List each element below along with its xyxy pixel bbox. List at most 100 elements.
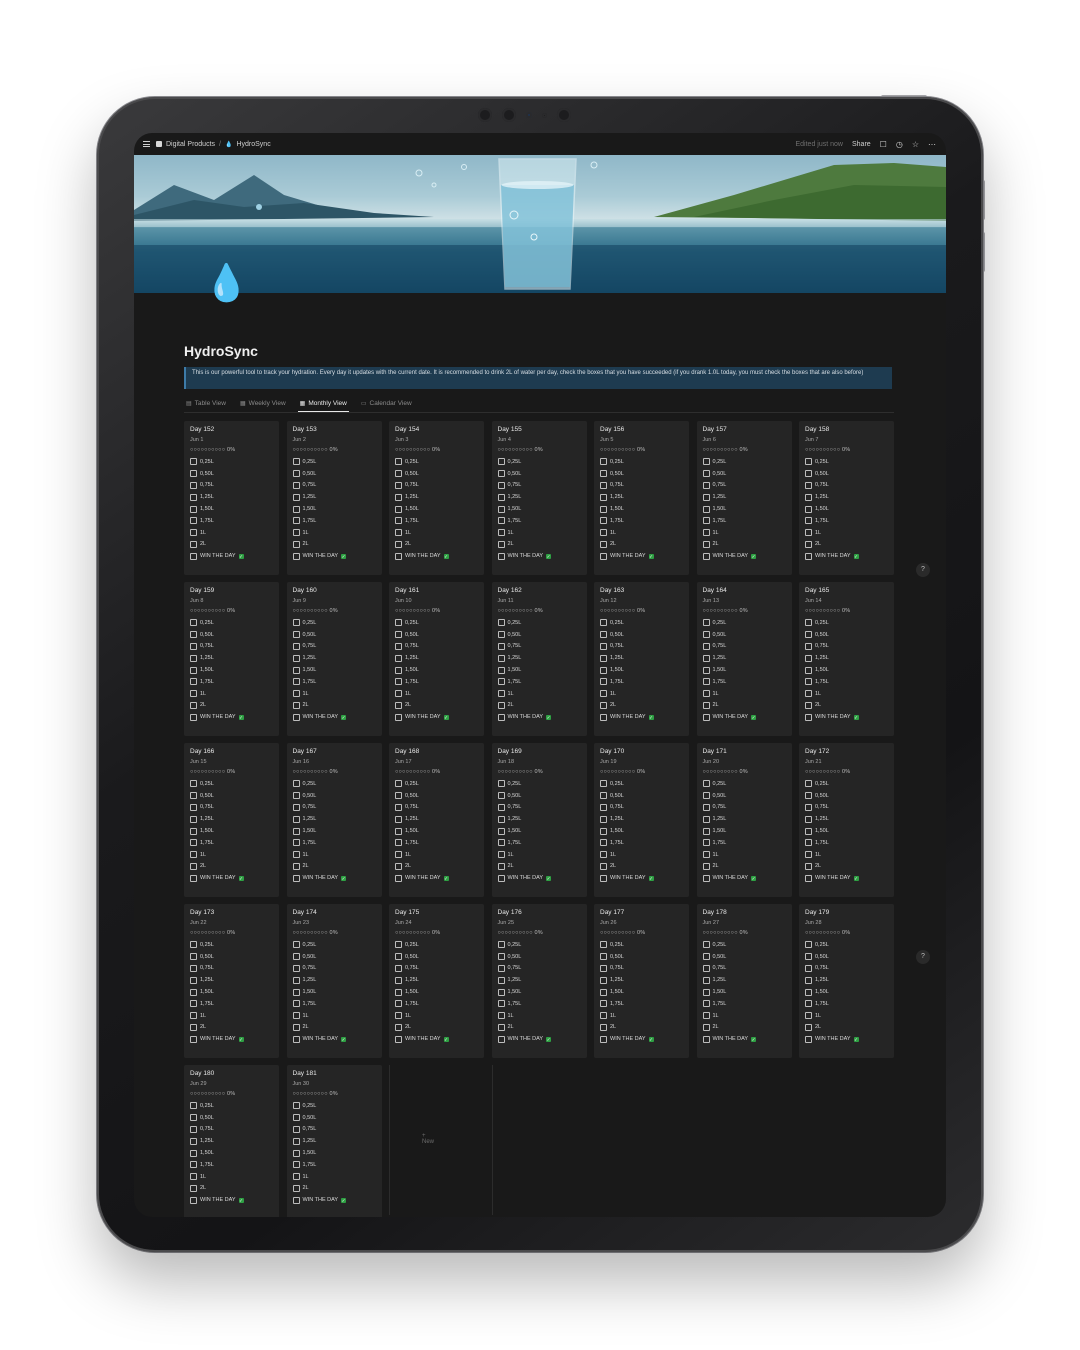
water-checkbox-row[interactable]: 0,50L [497,629,581,641]
checkbox[interactable] [702,1012,710,1020]
water-checkbox-row[interactable]: 1,75L [292,837,376,849]
checkbox[interactable] [292,631,300,639]
checkbox[interactable] [395,964,402,972]
water-checkbox-row[interactable]: 2L [292,1183,376,1195]
checkbox[interactable] [292,792,300,800]
water-checkbox-row[interactable]: 1,50L [600,664,683,676]
checkbox[interactable] [497,540,505,548]
checkbox[interactable] [395,458,402,466]
water-checkbox-row[interactable]: 0,25L [190,778,273,790]
water-checkbox-row[interactable]: 0,50L [190,468,273,480]
checkbox[interactable] [190,839,197,847]
water-checkbox-row[interactable]: 1,50L [497,664,581,676]
water-checkbox-row[interactable]: 1,25L [395,652,478,664]
checkbox[interactable] [805,713,812,721]
checkbox[interactable] [497,642,505,650]
checkbox[interactable] [395,851,402,859]
water-checkbox-row[interactable]: 0,75L [395,641,478,653]
water-checkbox-row[interactable]: 1L [600,527,683,539]
water-checkbox-row[interactable]: 1,25L [600,491,683,503]
water-checkbox-row[interactable]: 1,75L [190,676,273,688]
checkbox[interactable] [497,713,505,721]
day-card[interactable]: Day 172 Jun 21 ○○○○○○○○○○ 0% 0,25L 0,50L 0,75… [799,743,894,897]
water-checkbox-row[interactable]: 1L [600,849,683,861]
checkbox[interactable] [292,713,300,721]
water-checkbox-row[interactable]: 1,50L [395,503,478,515]
water-checkbox-row[interactable]: 1L [702,849,786,861]
water-checkbox-row[interactable]: 1,50L [497,986,581,998]
water-checkbox-row[interactable]: 0,25L [292,778,376,790]
checkbox[interactable] [292,1000,300,1008]
checkbox[interactable] [395,678,402,686]
checkbox[interactable] [395,1012,402,1020]
water-checkbox-row[interactable]: 2L [600,861,683,873]
checkbox[interactable] [190,619,197,627]
water-checkbox-row[interactable]: 0,50L [805,790,888,802]
checkbox[interactable] [190,529,197,537]
tab-monthly-view[interactable]: ▦ Monthly View [297,395,349,412]
water-checkbox-row[interactable]: 0,75L [190,480,273,492]
win-the-day-row[interactable]: WIN THE DAY ✓ [395,550,478,562]
checkbox[interactable] [395,988,402,996]
water-checkbox-row[interactable]: 1,25L [702,813,786,825]
checkbox[interactable] [395,493,402,501]
water-checkbox-row[interactable]: 1,75L [805,676,888,688]
checkbox[interactable] [190,1149,197,1157]
water-checkbox-row[interactable]: 1,75L [497,515,581,527]
checkbox[interactable] [600,792,607,800]
checkbox[interactable] [805,1012,812,1020]
checkbox[interactable] [292,815,300,823]
checkbox[interactable] [600,631,607,639]
water-checkbox-row[interactable]: 1L [190,1010,273,1022]
water-checkbox-row[interactable]: 0,75L [292,802,376,814]
water-checkbox-row[interactable]: 0,50L [292,790,376,802]
water-checkbox-row[interactable]: 1,25L [805,813,888,825]
checkbox[interactable] [395,780,402,788]
checkbox[interactable] [805,839,812,847]
water-checkbox-row[interactable]: 1,50L [497,503,581,515]
checkbox[interactable] [497,964,505,972]
checkbox[interactable] [497,851,505,859]
water-checkbox-row[interactable]: 0,75L [292,480,376,492]
water-checkbox-row[interactable]: 1,50L [190,825,273,837]
water-checkbox-row[interactable]: 0,75L [292,641,376,653]
checkbox[interactable] [805,654,812,662]
water-checkbox-row[interactable]: 0,75L [292,963,376,975]
checkbox[interactable] [497,1012,505,1020]
water-checkbox-row[interactable]: 2L [190,1022,273,1034]
win-the-day-row[interactable]: WIN THE DAY ✓ [190,1194,273,1206]
water-checkbox-row[interactable]: 0,75L [190,802,273,814]
day-card[interactable]: Day 157 Jun 6 ○○○○○○○○○○ 0% 0,25L 0,50L 0,75L… [696,421,792,575]
checkbox[interactable] [600,529,607,537]
water-checkbox-row[interactable]: 2L [702,700,786,712]
water-checkbox-row[interactable]: 1,75L [702,515,786,527]
water-checkbox-row[interactable]: 0,25L [190,939,273,951]
checkbox[interactable] [805,619,812,627]
checkbox[interactable] [395,941,402,949]
checkbox[interactable] [497,481,505,489]
win-the-day-row[interactable]: WIN THE DAY ✓ [600,872,683,884]
breadcrumb-parent[interactable]: Digital Products [166,141,215,148]
day-card[interactable]: Day 173 Jun 22 ○○○○○○○○○○ 0% 0,25L 0,50L 0,75… [184,904,279,1058]
water-checkbox-row[interactable]: 1,50L [702,664,786,676]
water-checkbox-row[interactable]: 0,75L [395,802,478,814]
water-checkbox-row[interactable]: 2L [395,539,478,551]
water-checkbox-row[interactable]: 0,25L [292,456,376,468]
water-checkbox-row[interactable]: 1,75L [292,515,376,527]
water-checkbox-row[interactable]: 1L [805,527,888,539]
checkbox[interactable] [600,803,607,811]
day-card[interactable]: Day 167 Jun 16 ○○○○○○○○○○ 0% 0,25L 0,50L 0,75… [286,743,382,897]
checkbox[interactable] [497,619,505,627]
checkbox[interactable] [190,815,197,823]
checkbox[interactable] [190,505,197,513]
water-checkbox-row[interactable]: 1,75L [600,676,683,688]
checkbox[interactable] [702,619,710,627]
checkbox[interactable] [805,976,812,984]
water-checkbox-row[interactable]: 2L [292,1022,376,1034]
water-checkbox-row[interactable]: 1,50L [805,664,888,676]
checkbox[interactable] [702,631,710,639]
water-checkbox-row[interactable]: 1,50L [702,503,786,515]
win-the-day-row[interactable]: WIN THE DAY ✓ [292,711,376,723]
win-the-day-row[interactable]: WIN THE DAY ✓ [190,711,273,723]
water-checkbox-row[interactable]: 0,25L [395,939,478,951]
